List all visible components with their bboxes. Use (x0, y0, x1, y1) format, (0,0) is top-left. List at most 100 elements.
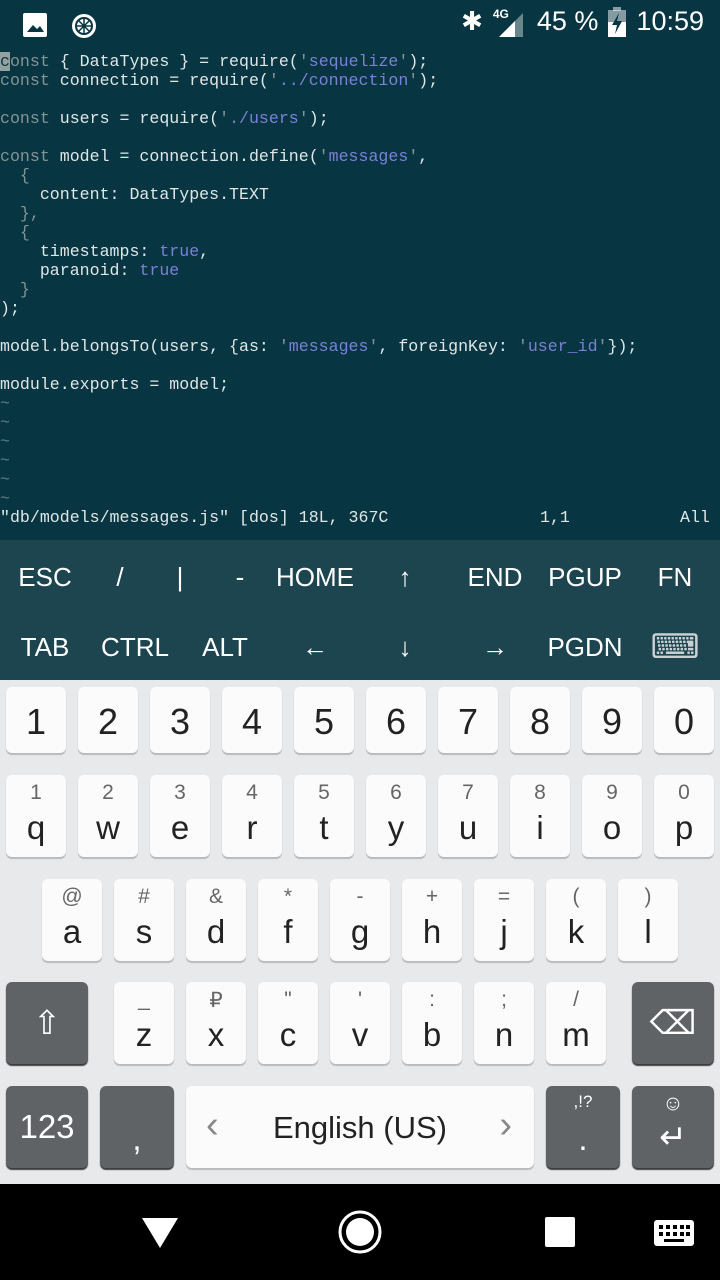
cursor-position: 1,1 (540, 508, 570, 527)
extra-key-↓[interactable]: ↓ (360, 611, 450, 681)
keyboard-switch-icon[interactable] (654, 1220, 694, 1246)
key-n[interactable]: ; n (474, 982, 534, 1064)
code-line: ~ (0, 470, 720, 489)
key-label: 3 (169, 701, 191, 742)
extra-key-|[interactable]: | (150, 541, 210, 611)
key-z[interactable]: _ z (114, 982, 174, 1064)
code-line: ~ (0, 451, 720, 470)
key-c[interactable]: " c (258, 982, 318, 1064)
keyboard-toggle-icon[interactable]: ⌨ (630, 611, 720, 681)
code-token: ~ (0, 413, 10, 432)
key-1[interactable]: 1 (6, 687, 66, 753)
key-g[interactable]: -g (330, 879, 390, 961)
key-hint: 6 (390, 781, 402, 804)
code-line: const model = connection.define('message… (0, 147, 720, 166)
key-b[interactable]: :b (402, 982, 462, 1064)
key-r[interactable]: 4r (222, 775, 282, 857)
extra-keys-bar: ESC / | - HOME ↑ END PGUP FN TAB CTRL ALT ← ↓ → PGDN ⌨ (0, 540, 720, 680)
key-y[interactable]: 6y (366, 775, 426, 857)
chevron-left-icon[interactable]: ‹ (206, 1104, 219, 1147)
key-x[interactable]: ₽ x (186, 982, 246, 1064)
key-5[interactable]: 5 (294, 687, 354, 753)
code-token: ~ (0, 394, 10, 413)
extra-key-esc[interactable]: ESC (0, 541, 90, 611)
extra-key-end[interactable]: END (450, 541, 540, 611)
key-label: , (132, 1120, 142, 1157)
key-label: p (674, 809, 694, 846)
extra-key-pgdn[interactable]: PGDN (540, 611, 630, 681)
key-k[interactable]: (k (546, 879, 606, 961)
recents-icon[interactable] (545, 1217, 575, 1247)
key-s[interactable]: # s (114, 879, 174, 961)
extra-key-fn[interactable]: FN (630, 541, 720, 611)
status-bar: ✱ 4G 45 % 10:59 (0, 0, 720, 50)
shift-key[interactable]: ⇧ (6, 982, 88, 1064)
key-a[interactable]: @ a (42, 879, 102, 961)
extra-key-/[interactable]: / (90, 541, 150, 611)
key-q[interactable]: 1q (6, 775, 66, 857)
period-key[interactable]: ,!?. (546, 1086, 620, 1168)
key-hint: 5 (318, 781, 330, 804)
code-token: model.belongsTo(users, {as: (0, 337, 279, 356)
key-e[interactable]: 3e (150, 775, 210, 857)
backspace-key[interactable]: ⌫ (632, 982, 714, 1064)
key-v[interactable]: ' v (330, 982, 390, 1064)
extra-key-alt[interactable]: ALT (180, 611, 270, 681)
extra-key-ctrl[interactable]: CTRL (90, 611, 180, 681)
key-l[interactable]: ) l (618, 879, 678, 961)
key-w[interactable]: 2w (78, 775, 138, 857)
key-m[interactable]: / m (546, 982, 606, 1064)
signal-icon: 4G (493, 7, 527, 37)
key-label: u (458, 809, 478, 846)
code-token: ' (298, 52, 309, 71)
symbols-key[interactable]: 123 (6, 1086, 88, 1168)
extra-key-home[interactable]: HOME (270, 541, 360, 611)
key-6[interactable]: 6 (366, 687, 426, 753)
navigation-bar (0, 1184, 720, 1280)
comma-key[interactable]: , (100, 1086, 174, 1168)
extra-key-↑[interactable]: ↑ (360, 541, 450, 611)
key-u[interactable]: 7u (438, 775, 498, 857)
key-hint: 8 (534, 781, 546, 804)
code-line: const { DataTypes } = require('sequelize… (0, 52, 720, 71)
key-hint: ,!? (573, 1092, 593, 1111)
key-i[interactable]: 8i (510, 775, 570, 857)
key-h[interactable]: + h (402, 879, 462, 961)
key-f[interactable]: * f (258, 879, 318, 961)
code-token: const (0, 71, 50, 90)
code-token: ' (268, 71, 279, 90)
back-icon[interactable] (140, 1216, 180, 1250)
key-8[interactable]: 8 (510, 687, 570, 753)
key-7[interactable]: 7 (438, 687, 498, 753)
key-hint: 9 (606, 781, 618, 804)
key-p[interactable]: 0p (654, 775, 714, 857)
key-9[interactable]: 9 (582, 687, 642, 753)
extra-key--[interactable]: - (210, 541, 270, 611)
spacebar[interactable]: English (US) ‹ › (186, 1086, 534, 1168)
key-label: . (578, 1120, 588, 1157)
code-token: , foreignKey: (378, 337, 518, 356)
key-2[interactable]: 2 (78, 687, 138, 753)
key-4[interactable]: 4 (222, 687, 282, 753)
key-label: y (387, 809, 405, 846)
code-token: messages (288, 337, 369, 356)
home-icon[interactable] (337, 1209, 383, 1255)
key-j[interactable]: = j (474, 879, 534, 961)
chevron-right-icon[interactable]: › (499, 1104, 512, 1147)
code-token: ' (517, 337, 528, 356)
code-editor[interactable]: const { DataTypes } = require('sequelize… (0, 52, 720, 508)
extra-key-pgup[interactable]: PGUP (540, 541, 630, 611)
key-t[interactable]: 5t (294, 775, 354, 857)
key-label: ↵ (659, 1118, 687, 1155)
extra-key-←[interactable]: ← (270, 611, 360, 681)
key-d[interactable]: & d (186, 879, 246, 961)
key-hint: @ (61, 885, 83, 908)
extra-key-→[interactable]: → (450, 611, 540, 681)
key-3[interactable]: 3 (150, 687, 210, 753)
key-o[interactable]: 9o (582, 775, 642, 857)
key-0[interactable]: 0 (654, 687, 714, 753)
enter-key[interactable]: ☺ ↵ (632, 1086, 714, 1168)
extra-key-tab[interactable]: TAB (0, 611, 90, 681)
key-hint: ( (572, 885, 580, 908)
